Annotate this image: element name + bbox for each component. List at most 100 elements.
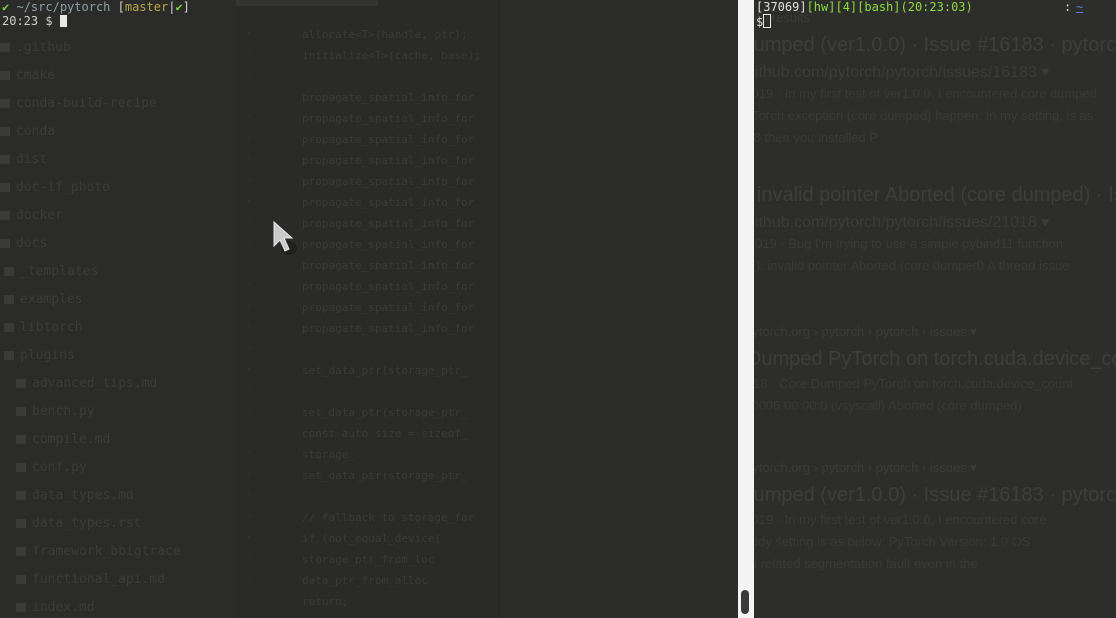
folder-icon bbox=[0, 239, 10, 248]
terminal-cursor[interactable] bbox=[59, 15, 67, 27]
tmux-status-line: [37069][hw][4][bash](20:23:03) bbox=[756, 0, 973, 14]
line-number: · bbox=[246, 490, 253, 501]
result-snippet: at 0xeafd0006 00:00:0 (vsyscall) Aborted… bbox=[754, 398, 1022, 413]
result-title: Core Dumped PyTorch on torch.cuda.device… bbox=[754, 348, 1116, 370]
line-number: · bbox=[246, 196, 253, 207]
folder-icon bbox=[0, 127, 10, 136]
folder-icon bbox=[0, 99, 10, 108]
line-number: · bbox=[246, 28, 253, 39]
line-number: · bbox=[246, 574, 253, 585]
file-tree-label: conda bbox=[16, 124, 56, 139]
file-tree-item: conf.py bbox=[0, 454, 230, 482]
folder-icon bbox=[16, 379, 26, 388]
code-line: return; bbox=[302, 595, 349, 608]
result-snippet: Mar 8, 2018 · Core Dumped PyTorch on tor… bbox=[754, 376, 1074, 391]
status-home-link[interactable]: ~ bbox=[1076, 0, 1083, 14]
code-line: propagate_spatial_info_for bbox=[302, 91, 475, 104]
code-line: set_data_ptr(storage_ptr_ bbox=[302, 469, 468, 482]
result-source: discuss.pytorch.org › pytorch › pytorch … bbox=[754, 324, 977, 339]
folder-icon bbox=[0, 183, 10, 192]
file-tree-item: dist bbox=[0, 146, 230, 174]
line-number: · bbox=[246, 406, 253, 417]
git-branch: master bbox=[124, 0, 169, 14]
file-tree-label: framework_bbigtrace bbox=[32, 544, 181, 559]
right-terminal-pane[interactable]: [37069][hw][4][bash](20:23:03) : ~ $ Abo… bbox=[754, 0, 1116, 618]
folder-icon bbox=[16, 603, 26, 612]
file-tree-label: examples bbox=[20, 292, 83, 307]
result-snippet: [bash] PyTorch exception (core dumped) h… bbox=[754, 108, 1094, 123]
file-tree-label: _templates bbox=[20, 264, 99, 279]
result-title: free(): invalid pointer Aborted (core du… bbox=[754, 184, 1116, 206]
file-tree-label: data_types.md bbox=[32, 488, 134, 503]
line-number: · bbox=[246, 448, 253, 459]
line-number: · bbox=[246, 154, 253, 165]
terminal-prompt: ✔ ~/src/pytorch [master|✔] 20:23 $ bbox=[2, 0, 190, 28]
mouse-pointer-icon bbox=[273, 220, 297, 255]
code-line: propagate_spatial_info_for bbox=[302, 196, 475, 209]
line-number: · bbox=[246, 364, 253, 375]
folder-icon bbox=[0, 155, 10, 164]
code-line: initialize<T>(cache, base); bbox=[302, 49, 481, 62]
line-number: · bbox=[246, 112, 253, 123]
line-number: · bbox=[246, 385, 253, 396]
folder-icon bbox=[16, 519, 26, 528]
line-number: · bbox=[246, 322, 253, 333]
file-tree-item: data_types.rst bbox=[0, 510, 230, 538]
status-session-info: [hw][4][bash](20:23:03) bbox=[806, 0, 973, 14]
line-number: · bbox=[246, 301, 253, 312]
folder-icon bbox=[16, 463, 26, 472]
code-line: propagate_spatial_info_for bbox=[302, 238, 475, 251]
file-tree-label: conf.py bbox=[32, 460, 87, 475]
branch-bracket: [ bbox=[110, 0, 125, 14]
code-line: propagate_spatial_info_for bbox=[302, 175, 475, 188]
code-line: propagate_spatial_info_for bbox=[302, 133, 475, 146]
line-number: · bbox=[246, 280, 253, 291]
folder-icon bbox=[0, 211, 10, 220]
result-snippet: MKL-DNN related segmentation fault even … bbox=[754, 556, 978, 571]
folder-icon bbox=[4, 323, 14, 332]
result-title: core dumped (ver1.0.0) · Issue #16183 · … bbox=[754, 484, 1116, 506]
file-tree-item: index.md bbox=[0, 594, 230, 618]
file-tree-label: cmake bbox=[16, 68, 56, 83]
code-line: propagate_spatial_info_for bbox=[302, 112, 475, 125]
folder-icon bbox=[4, 351, 14, 360]
line-number: · bbox=[246, 343, 253, 354]
file-tree-item: advanced_tips.md bbox=[0, 370, 230, 398]
file-tree-label: .github bbox=[16, 40, 71, 55]
line-number: · bbox=[246, 469, 253, 480]
code-line: if (not_equal_device( bbox=[302, 532, 442, 545]
code-line: storage_ bbox=[302, 448, 355, 461]
prompt-time: 20:23 bbox=[2, 14, 39, 28]
file-tree-label: libtorch bbox=[20, 320, 83, 335]
file-tree-item: libtorch bbox=[0, 314, 230, 342]
terminal-cursor[interactable] bbox=[763, 14, 772, 28]
folder-icon bbox=[16, 575, 26, 584]
result-url: https://github.com/pytorch/pytorch/issue… bbox=[754, 64, 1050, 81]
result-snippet: error free(): invalid pointer Aborted (c… bbox=[754, 258, 1070, 273]
result-snippet: 16.04 -- 18 then you installed P bbox=[754, 130, 878, 145]
line-number: · bbox=[246, 511, 253, 522]
pane-divider[interactable] bbox=[738, 0, 754, 618]
scrollbar-thumb[interactable] bbox=[741, 590, 749, 614]
folder-icon bbox=[4, 267, 14, 276]
result-title: core dumped (ver1.0.0) · Issue #16183 · … bbox=[754, 34, 1116, 56]
file-tree-label: conda-build-recipe bbox=[16, 96, 157, 111]
status-pid: [37069] bbox=[756, 0, 807, 14]
file-tree-item: doc-if_photo bbox=[0, 174, 230, 202]
folder-icon bbox=[16, 491, 26, 500]
file-tree-item: data_types.md bbox=[0, 482, 230, 510]
prompt-symbol: $ bbox=[756, 15, 764, 29]
code-line: set_data_ptr(storage_ptr_ bbox=[302, 364, 468, 377]
code-line: propagate_spatial_info_for bbox=[302, 154, 475, 167]
editor-pane: · · · · · · · · · · · · · · · · · · · · · · · · · · · · allocate<T>… bbox=[236, 0, 500, 618]
left-terminal-pane[interactable]: ✔ ~/src/pytorch [master|✔] 20:23 $ .gith… bbox=[0, 0, 738, 618]
file-tree-item: conda bbox=[0, 118, 230, 146]
line-number: · bbox=[246, 595, 253, 606]
file-tree-label: index.md bbox=[32, 600, 95, 615]
code-line: propagate_spatial_info_for bbox=[302, 259, 475, 272]
file-tree-item: conda-build-recipe bbox=[0, 90, 230, 118]
code-line: storage_ptr_from_loc bbox=[302, 553, 435, 566]
